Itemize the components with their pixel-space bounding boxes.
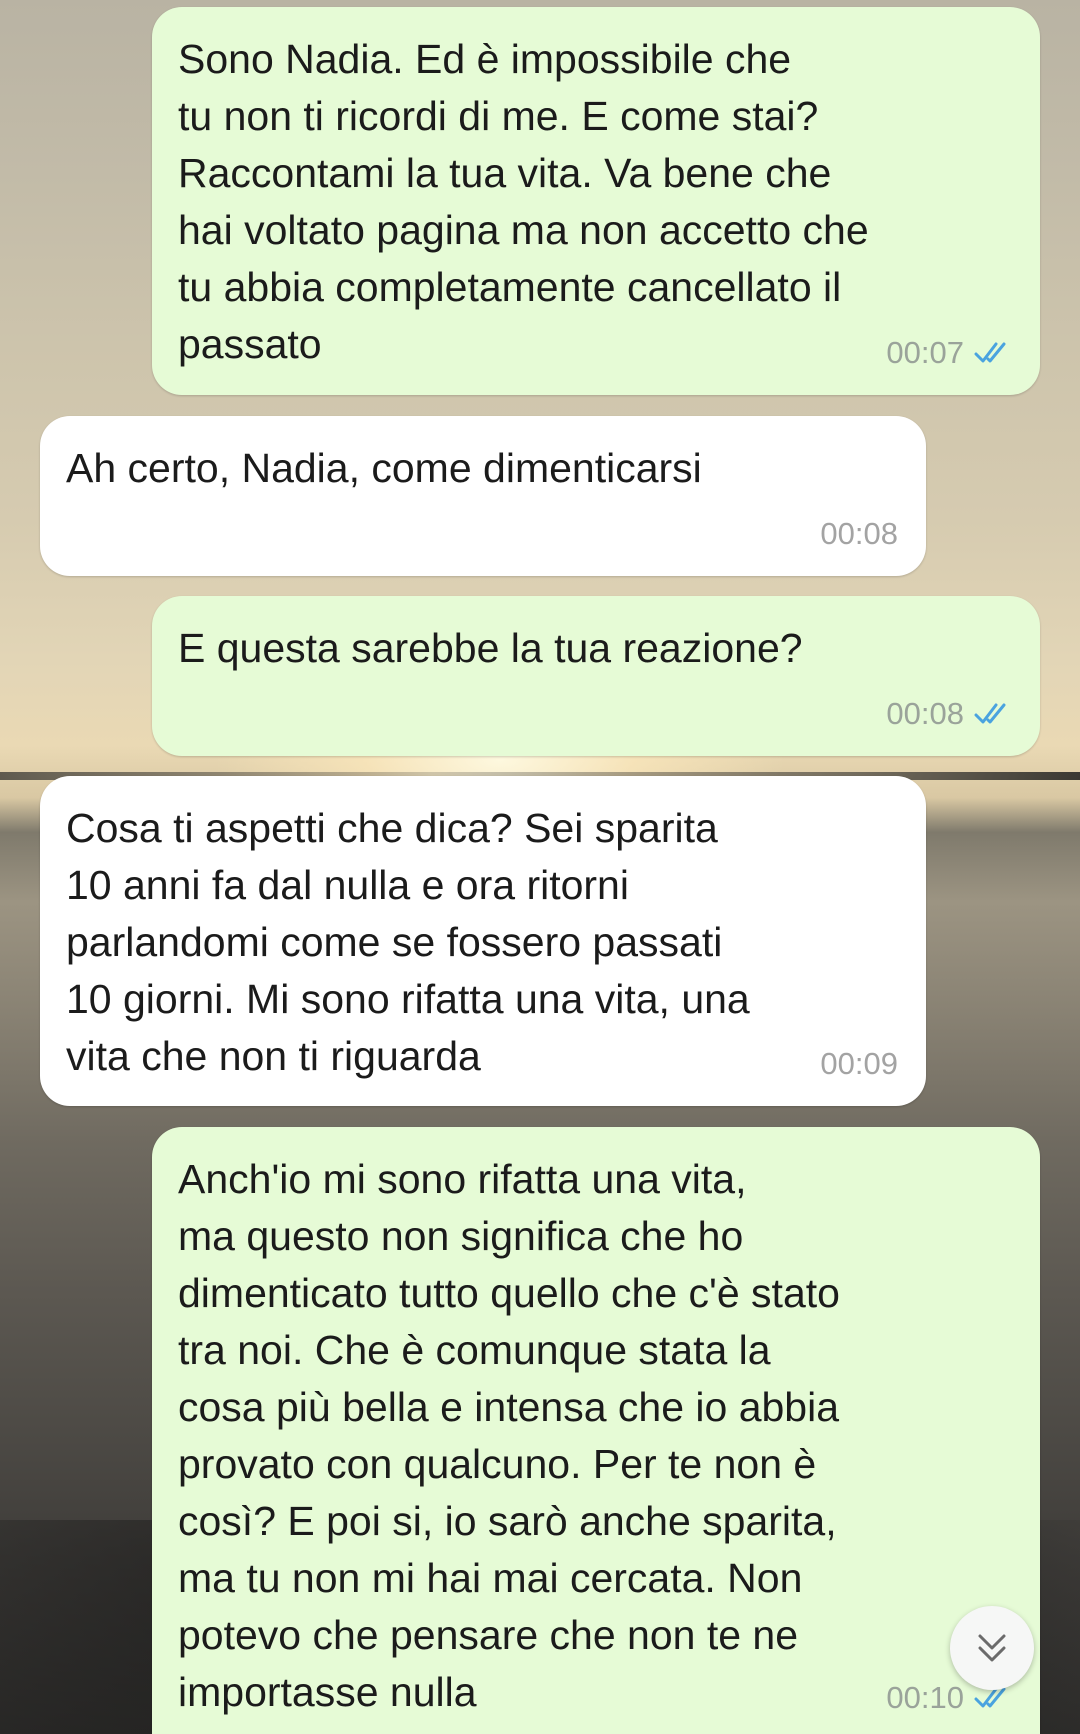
message-bubble-outgoing[interactable]: E questa sarebbe la tua reazione? 00:08 xyxy=(152,596,1040,756)
message-meta: 00:08 xyxy=(820,505,898,562)
message-bubble-outgoing[interactable]: Anch'io mi sono rifatta una vita, ma que… xyxy=(152,1127,1040,1734)
message-bubble-incoming[interactable]: Cosa ti aspetti che dica? Sei sparita 10… xyxy=(40,776,926,1106)
message-time: 00:07 xyxy=(886,335,964,370)
scroll-to-bottom-button[interactable] xyxy=(950,1606,1034,1690)
message-time: 00:08 xyxy=(820,516,898,551)
message-time: 00:08 xyxy=(886,696,964,731)
message-bubble-outgoing[interactable]: Sono Nadia. Ed è impossibile che tu non … xyxy=(152,7,1040,395)
double-check-icon xyxy=(974,703,1006,723)
message-time: 00:09 xyxy=(820,1046,898,1081)
message-text: Cosa ti aspetti che dica? Sei sparita 10… xyxy=(66,805,750,1079)
message-text: Anch'io mi sono rifatta una vita, ma que… xyxy=(178,1156,840,1715)
message-time: 00:10 xyxy=(886,1680,964,1715)
message-text: Ah certo, Nadia, come dimenticarsi xyxy=(66,445,702,491)
chevron-double-down-icon xyxy=(978,1634,1006,1662)
message-meta: 00:07 xyxy=(886,324,1012,381)
double-check-icon xyxy=(974,342,1006,362)
message-bubble-incoming[interactable]: Ah certo, Nadia, come dimenticarsi 00:08 xyxy=(40,416,926,576)
message-text: Sono Nadia. Ed è impossibile che tu non … xyxy=(178,36,869,367)
message-text: E questa sarebbe la tua reazione? xyxy=(178,625,803,671)
message-meta: 00:09 xyxy=(820,1035,898,1092)
message-meta: 00:08 xyxy=(886,685,1012,742)
